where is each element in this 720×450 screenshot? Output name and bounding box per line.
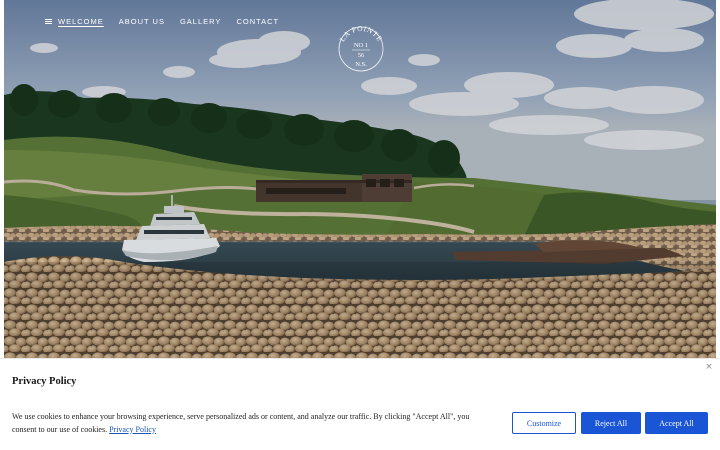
nav-item-welcome-label: WELCOME (58, 17, 104, 26)
cookie-banner-message: We use cookies to enhance your browsing … (12, 412, 470, 434)
nav-item-contact[interactable]: CONTACT (236, 17, 279, 26)
nav-item-gallery[interactable]: GALLERY (180, 17, 221, 26)
accept-all-button[interactable]: Accept All (645, 412, 708, 434)
customize-button[interactable]: Customize (512, 412, 576, 434)
cookie-banner-text: We use cookies to enhance your browsing … (12, 411, 492, 436)
la-pointe-logo[interactable]: LA POINTE NO 1 56 N.S. (335, 22, 387, 74)
privacy-policy-link[interactable]: Privacy Policy (109, 425, 156, 434)
svg-text:NO 1: NO 1 (354, 42, 368, 49)
close-icon[interactable]: × (704, 361, 714, 373)
cookie-banner-title: Privacy Policy (12, 376, 77, 387)
cookie-consent-banner: × Privacy Policy We use cookies to enhan… (0, 358, 720, 450)
nav-item-about-us[interactable]: ABOUT US (119, 17, 165, 26)
reject-all-button[interactable]: Reject All (581, 412, 641, 434)
main-nav: WELCOME ABOUT US GALLERY CONTACT (45, 17, 279, 26)
hero-section: WELCOME ABOUT US GALLERY CONTACT LA POIN… (4, 0, 716, 358)
svg-text:56: 56 (358, 52, 365, 59)
menu-icon[interactable] (45, 18, 52, 25)
svg-text:LA POINTE: LA POINTE (337, 24, 384, 43)
nav-item-welcome[interactable]: WELCOME (45, 17, 104, 26)
svg-text:N.S.: N.S. (355, 61, 367, 68)
